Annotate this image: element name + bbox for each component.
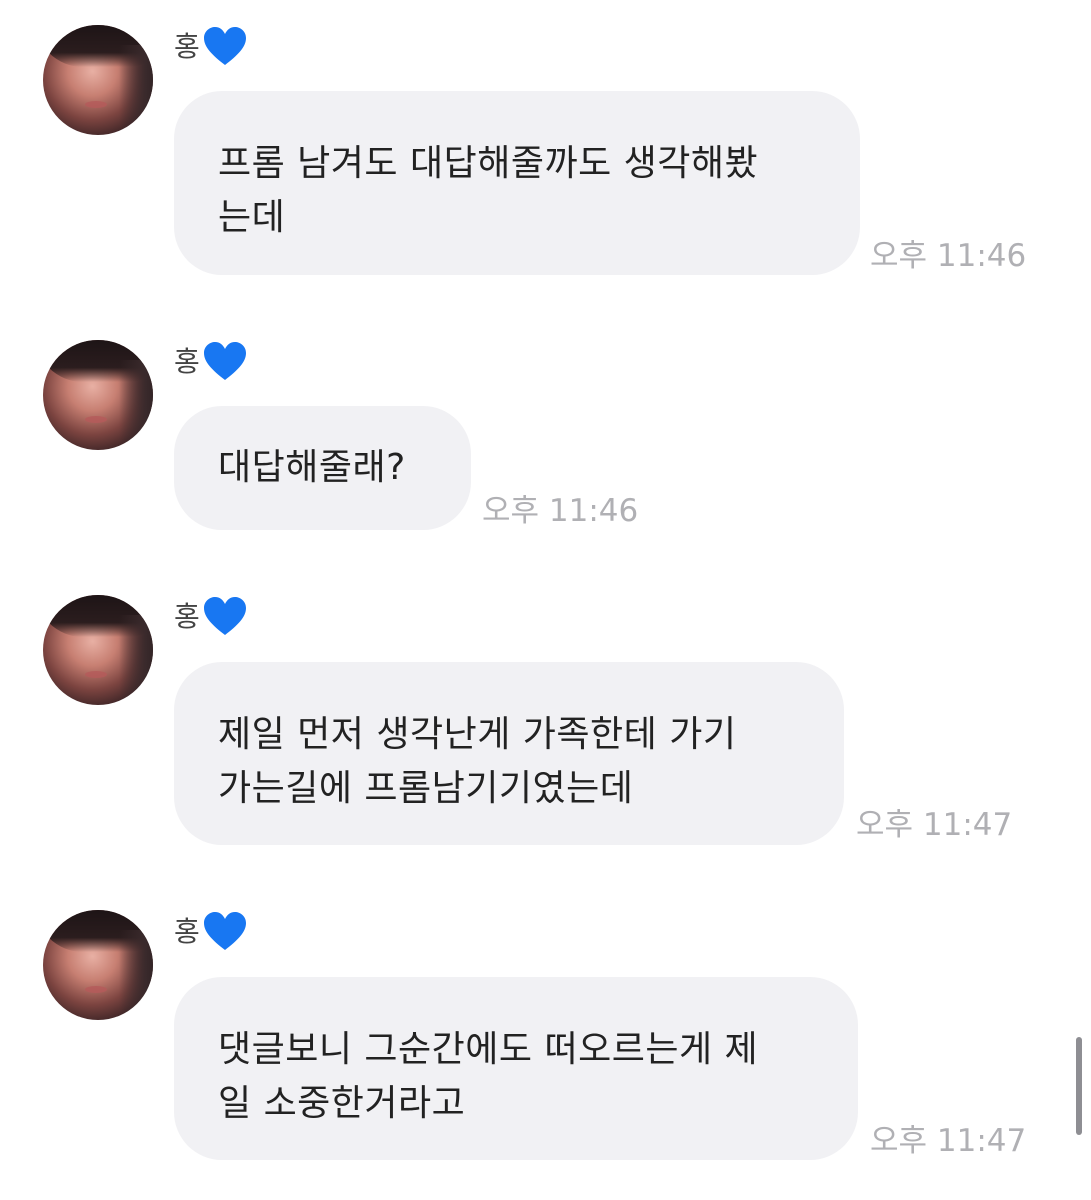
- message-text-line: 는데: [218, 197, 286, 238]
- message-bubble[interactable]: 대답해줄래?: [174, 406, 471, 530]
- message-text-line: 가는길에 프롬남기기였는데: [218, 768, 634, 809]
- message-text-line: 프롬 남겨도 대답해줄까도 생각해봤: [218, 143, 759, 184]
- blue-heart-icon: [203, 912, 246, 950]
- message-timestamp: 오후 11:47: [856, 807, 1013, 843]
- sender-avatar[interactable]: [43, 910, 153, 1020]
- sender-avatar[interactable]: [43, 595, 153, 705]
- sender-name-text: 홍: [174, 345, 200, 378]
- message-text-line: 대답해줄래?: [218, 447, 406, 488]
- message-bubble[interactable]: 제일 먼저 생각난게 가족한테 가기 가는길에 프롬남기기였는데: [174, 662, 844, 845]
- blue-heart-icon: [203, 27, 246, 65]
- sender-name-text: 홍: [174, 600, 200, 633]
- message-timestamp: 오후 11:46: [870, 238, 1027, 274]
- message-timestamp: 오후 11:46: [482, 493, 639, 529]
- sender-name-text: 홍: [174, 915, 200, 948]
- sender-avatar[interactable]: [43, 25, 153, 135]
- message-timestamp: 오후 11:47: [870, 1123, 1027, 1159]
- scrollbar-thumb[interactable]: [1076, 1037, 1082, 1135]
- blue-heart-icon: [203, 342, 246, 380]
- blue-heart-icon: [203, 597, 246, 635]
- message-text-line: 제일 먼저 생각난게 가족한테 가기: [218, 714, 737, 755]
- sender-name: 홍: [174, 342, 248, 382]
- message-text-line: 일 소중한거라고: [218, 1083, 466, 1124]
- sender-name: 홍: [174, 27, 248, 67]
- message-bubble[interactable]: 프롬 남겨도 대답해줄까도 생각해봤 는데: [174, 91, 860, 275]
- sender-avatar[interactable]: [43, 340, 153, 450]
- message-bubble[interactable]: 댓글보니 그순간에도 떠오르는게 제 일 소중한거라고: [174, 977, 858, 1160]
- sender-name-text: 홍: [174, 30, 200, 63]
- message-text-line: 댓글보니 그순간에도 떠오르는게 제: [218, 1029, 759, 1070]
- sender-name: 홍: [174, 597, 248, 637]
- sender-name: 홍: [174, 912, 248, 952]
